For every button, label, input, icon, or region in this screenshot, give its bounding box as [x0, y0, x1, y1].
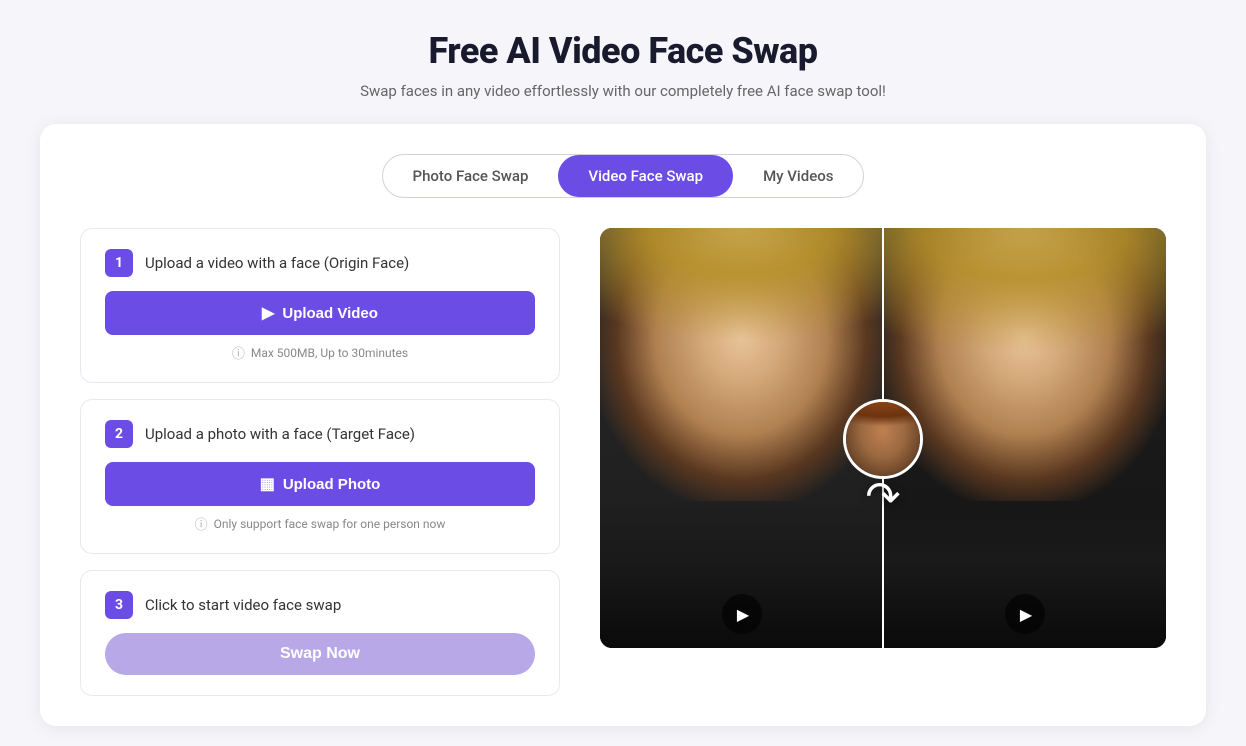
hair-left [600, 228, 883, 417]
step-2-hint: ⓘ Only support face swap for one person … [105, 514, 535, 533]
step-2-label: Upload a photo with a face (Target Face) [145, 425, 415, 443]
content-layout: 1 Upload a video with a face (Origin Fac… [80, 228, 1166, 696]
preview-images: ↷ ▶ ▶ [600, 228, 1166, 648]
play-button-right[interactable]: ▶ [1005, 594, 1045, 634]
preview-panel: ↷ ▶ ▶ [600, 228, 1166, 648]
play-icon-left: ▶ [737, 605, 749, 624]
steps-panel: 1 Upload a video with a face (Origin Fac… [80, 228, 560, 696]
step-1-hint: ⓘ Max 500MB, Up to 30minutes [105, 343, 535, 362]
page-wrapper: Free AI Video Face Swap Swap faces in an… [0, 0, 1246, 746]
upload-photo-button[interactable]: ▦ Upload Photo [105, 462, 535, 506]
upload-video-icon: ▶ [262, 303, 274, 323]
tab-video-face-swap[interactable]: Video Face Swap [558, 155, 733, 197]
step-2-card: 2 Upload a photo with a face (Target Fac… [80, 399, 560, 554]
step-1-header: 1 Upload a video with a face (Origin Fac… [105, 249, 535, 277]
step-3-label: Click to start video face swap [145, 596, 341, 614]
info-icon-2: ⓘ [195, 514, 208, 533]
step-3-number: 3 [105, 591, 133, 619]
page-title: Free AI Video Face Swap [40, 30, 1206, 72]
face-circle [843, 399, 923, 479]
play-icon-right: ▶ [1020, 605, 1032, 624]
step-2-header: 2 Upload a photo with a face (Target Fac… [105, 420, 535, 448]
step-3-card: 3 Click to start video face swap Swap No… [80, 570, 560, 696]
tab-group: Photo Face Swap Video Face Swap My Video… [382, 154, 865, 198]
main-card: Photo Face Swap Video Face Swap My Video… [40, 124, 1206, 726]
step-1-card: 1 Upload a video with a face (Origin Fac… [80, 228, 560, 383]
step-3-header: 3 Click to start video face swap [105, 591, 535, 619]
info-icon-1: ⓘ [232, 343, 245, 362]
swap-now-button[interactable]: Swap Now [105, 633, 535, 675]
preview-left [600, 228, 883, 648]
step-2-number: 2 [105, 420, 133, 448]
tab-photo-face-swap[interactable]: Photo Face Swap [383, 155, 559, 197]
hair-right [883, 228, 1166, 438]
face-hair-overlay [846, 402, 920, 432]
tab-my-videos[interactable]: My Videos [733, 155, 863, 197]
page-subtitle: Swap faces in any video effortlessly wit… [40, 82, 1206, 100]
swap-arrow-overlay: ↷ [843, 399, 923, 519]
upload-photo-icon: ▦ [260, 474, 275, 494]
play-button-left[interactable]: ▶ [722, 594, 762, 634]
upload-video-button[interactable]: ▶ Upload Video [105, 291, 535, 335]
swap-arrow-icon: ↷ [865, 477, 900, 519]
step-1-label: Upload a video with a face (Origin Face) [145, 254, 409, 272]
tab-switcher: Photo Face Swap Video Face Swap My Video… [80, 154, 1166, 198]
preview-right [883, 228, 1166, 648]
step-1-number: 1 [105, 249, 133, 277]
